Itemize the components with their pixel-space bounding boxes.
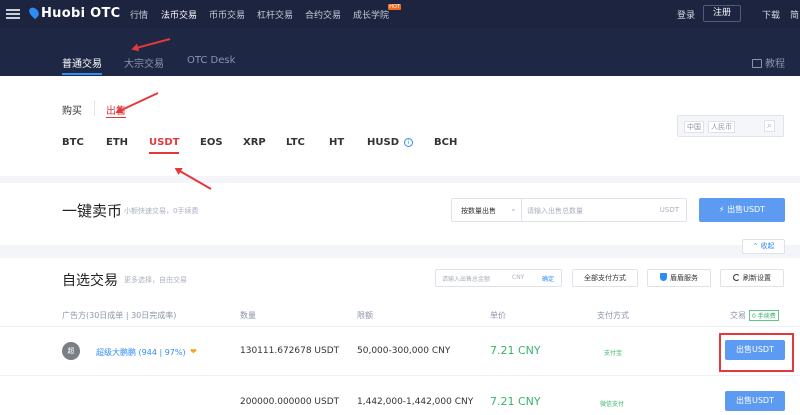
divider <box>94 100 95 116</box>
chevron-up-icon: ⌃ <box>752 242 761 250</box>
region-option[interactable]: 中国 <box>684 121 704 133</box>
chevron-down-icon: ⌄ <box>510 204 517 213</box>
coin-tab-btc[interactable]: BTC <box>62 137 84 148</box>
quick-sell-panel: 一键卖币 小额快速交易，0手续费 按数量出售 ⌄ 请输入出售总数量 USDT ⚡… <box>0 183 800 245</box>
nav-margin[interactable]: 杠杆交易 <box>257 8 293 21</box>
quantity-cell: 130111.672678 USDT <box>240 346 340 356</box>
avatar: 超 <box>62 342 80 360</box>
highlight-box <box>719 333 794 372</box>
zero-fee-badge: 0 手续费 <box>749 310 779 321</box>
language-link[interactable]: 简 <box>790 8 799 21</box>
tutorial-link[interactable]: 教程 <box>752 55 785 70</box>
col-merchant: 广告方(30日成单 | 30日完成率) <box>62 311 177 320</box>
self-select-subtitle: 更多选择，自由交易 <box>124 276 187 284</box>
amount-filter: 请输入出售总金额 CNY 确定 <box>435 269 562 287</box>
col-trade: 交易 0 手续费 <box>730 310 779 321</box>
confirm-button[interactable]: 确定 <box>542 274 554 283</box>
refresh-settings-button[interactable]: 刷新设置 <box>720 269 784 287</box>
price-cell: 7.21 CNY <box>490 395 541 408</box>
quick-sell-button[interactable]: ⚡ 出售USDT <box>699 198 785 222</box>
quick-sell-title: 一键卖币 <box>62 202 123 220</box>
huobi-flame-icon <box>27 5 41 20</box>
coin-tab-usdt[interactable]: USDT <box>149 137 180 154</box>
quick-sell-form: 按数量出售 ⌄ 请输入出售总数量 USDT <box>451 198 687 222</box>
merchant-link[interactable]: 超级大鹏鹏 (944 | 97%) <box>96 347 186 358</box>
tab-normal-trade[interactable]: 普通交易 <box>62 55 102 75</box>
hot-badge: HOT <box>388 4 402 10</box>
coin-tab-eos[interactable]: EOS <box>200 137 223 148</box>
refresh-icon <box>733 274 740 281</box>
nav-academy[interactable]: 成长学院 HOT <box>353 4 402 21</box>
logo[interactable]: Huobi OTC <box>27 5 121 21</box>
limit-cell: 1,442,000-1,442,000 CNY <box>357 397 474 407</box>
price-cell: 7.21 CNY <box>490 344 541 357</box>
coin-tab-xrp[interactable]: XRP <box>243 137 266 148</box>
amount-input[interactable]: 请输入出售总金额 <box>442 274 490 283</box>
download-link[interactable]: 下载 <box>762 8 780 21</box>
alipay-icon: 支付宝 <box>604 350 623 357</box>
chevron-down-icon: ⌕ <box>763 120 775 132</box>
tab-otc-desk[interactable]: OTC Desk <box>187 55 235 66</box>
coin-tab-bch[interactable]: BCH <box>434 137 457 148</box>
nav-contract[interactable]: 合约交易 <box>305 8 341 21</box>
collapse-button[interactable]: ⌃ 收起 <box>742 239 785 254</box>
col-quantity: 数量 <box>240 311 256 320</box>
buy-tab[interactable]: 购买 <box>62 102 82 117</box>
menu-icon[interactable] <box>6 9 20 19</box>
quantity-unit: USDT <box>659 206 679 214</box>
currency-selector[interactable]: 中国 人民币 ⌕ <box>677 115 784 137</box>
coin-tab-eth[interactable]: ETH <box>106 137 128 148</box>
nav-otc[interactable]: 法币交易 <box>161 8 197 21</box>
sell-mode-select[interactable]: 按数量出售 <box>461 206 496 216</box>
verified-badge-icon: ❤ <box>190 347 197 356</box>
self-select-title: 自选交易 <box>62 273 118 289</box>
shield-icon <box>660 273 667 281</box>
sell-quantity-input[interactable]: 请输入出售总数量 <box>527 206 583 216</box>
nav-market[interactable]: 行情 <box>130 8 148 21</box>
escrow-button[interactable]: 盾盾服务 <box>647 269 711 287</box>
payment-filter-button[interactable]: 全部支付方式 <box>572 269 638 287</box>
sub-navbar: 普通交易 大宗交易 OTC Desk 教程 <box>0 28 800 76</box>
self-select-panel: 自选交易 更多选择，自由交易 请输入出售总金额 CNY 确定 全部支付方式 盾盾… <box>0 258 800 415</box>
top-navbar: Huobi OTC 行情 法币交易 币币交易 杠杆交易 合约交易 成长学院 HOT… <box>0 0 800 28</box>
coin-tab-ltc[interactable]: LTC <box>286 137 305 148</box>
coin-tab-ht[interactable]: HT <box>329 137 344 148</box>
lightning-icon: ⚡ <box>718 205 728 214</box>
currency-option[interactable]: 人民币 <box>708 121 735 133</box>
wechat-pay-icon: 微信支付 <box>600 401 625 408</box>
sell-usdt-button[interactable]: 出售USDT <box>725 391 785 411</box>
login-link[interactable]: 登录 <box>677 8 695 21</box>
limit-cell: 50,000-300,000 CNY <box>357 346 451 356</box>
col-price: 单价 <box>490 311 506 320</box>
tab-block-trade[interactable]: 大宗交易 <box>124 55 164 70</box>
quantity-cell: 200000.000000 USDT <box>240 397 340 407</box>
col-payment: 支付方式 <box>597 311 629 320</box>
nav-spot[interactable]: 币币交易 <box>209 8 245 21</box>
register-button[interactable]: 注册 <box>703 5 741 22</box>
col-limit: 限额 <box>357 311 373 320</box>
quick-sell-subtitle: 小额快速交易，0手续费 <box>124 207 199 215</box>
tutorial-icon <box>752 59 762 68</box>
info-icon[interactable]: i <box>404 138 413 147</box>
amount-unit: CNY <box>512 274 525 281</box>
coin-tab-husd[interactable]: HUSD i <box>367 137 413 148</box>
